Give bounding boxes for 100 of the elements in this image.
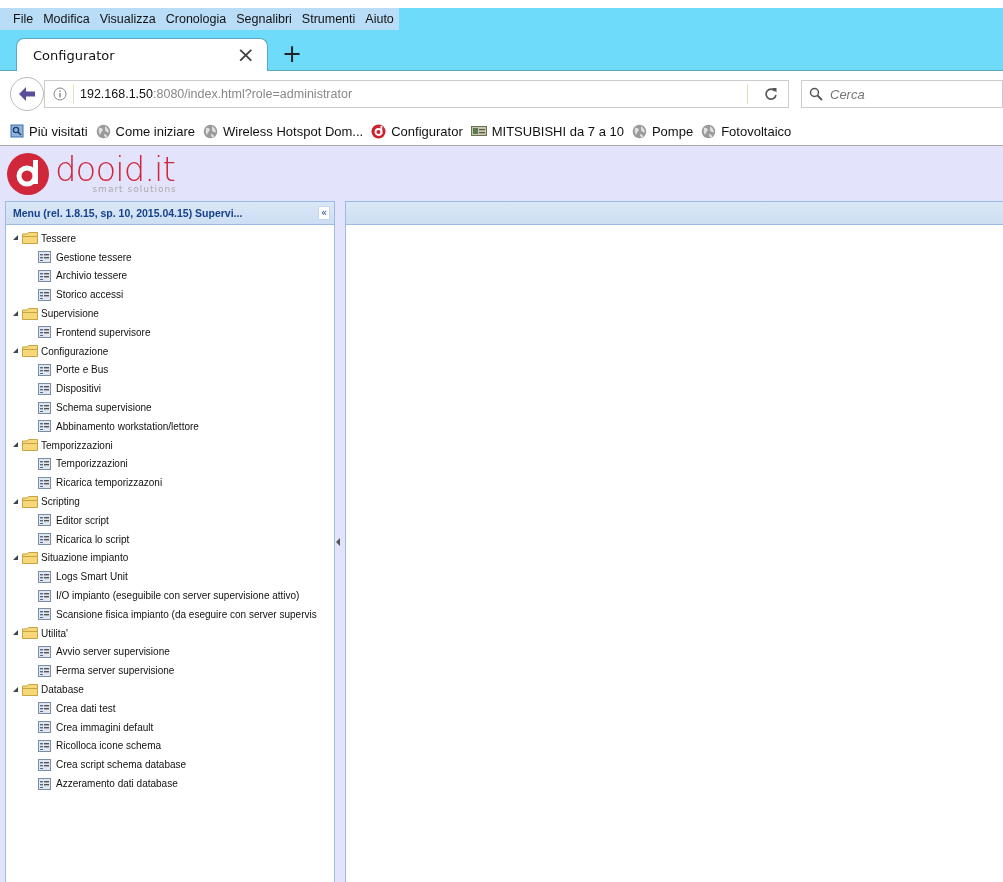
menu-item[interactable]: Strumenti — [296, 8, 361, 30]
page-icon — [38, 589, 51, 602]
menu-item[interactable]: Aiuto — [360, 8, 399, 30]
tree-item[interactable]: Gestione tessere — [6, 247, 334, 267]
menu-item[interactable]: Segnalibri — [231, 8, 297, 30]
tree-item[interactable]: Ricolloca icone schema — [6, 736, 334, 756]
tree-item[interactable]: Ferma server supervisione — [6, 661, 334, 681]
folder-icon — [22, 232, 38, 245]
tree-item[interactable]: Crea dati test — [6, 698, 334, 718]
expand-arrow-icon[interactable] — [12, 497, 19, 506]
tree-folder[interactable]: Temporizzazioni — [6, 435, 334, 455]
bookmark-item[interactable]: Come iniziare — [95, 123, 195, 139]
search-icon — [809, 87, 823, 101]
tree-item[interactable]: Temporizzazioni — [6, 454, 334, 474]
bookmark-item[interactable]: Fotovoltaico — [701, 123, 792, 139]
page-icon — [38, 514, 51, 527]
expand-arrow-icon[interactable] — [12, 309, 19, 318]
tree-item[interactable]: Schema supervisione — [6, 398, 334, 417]
folder-icon — [22, 495, 38, 508]
page-icon — [38, 570, 51, 583]
page-icon — [38, 326, 51, 339]
tree-item[interactable]: Dispositivi — [6, 379, 334, 399]
page-icon — [38, 270, 51, 282]
tree-item[interactable]: Editor script — [6, 510, 334, 530]
browser-tab[interactable]: Configurator × — [16, 38, 268, 71]
folder-icon — [22, 345, 38, 358]
back-arrow-icon — [18, 86, 36, 102]
folder-icon — [22, 551, 38, 564]
expand-arrow-icon[interactable] — [12, 234, 19, 243]
bookmark-item[interactable]: Pompe — [631, 123, 694, 139]
tree-folder[interactable]: Utilita' — [6, 623, 334, 643]
folder-icon — [22, 627, 38, 640]
bookmark-item[interactable]: Più visitati — [10, 123, 88, 139]
tree-item[interactable]: Crea script schema database — [6, 755, 334, 775]
collapse-button[interactable]: « — [317, 206, 330, 220]
tree-item[interactable]: Archivio tessere — [6, 266, 334, 286]
tree-folder[interactable]: Tessere — [6, 229, 334, 248]
expand-arrow-icon[interactable] — [12, 441, 19, 450]
folder-icon — [22, 439, 38, 452]
folder-icon — [22, 683, 38, 696]
menu-item[interactable]: Visualizza — [94, 8, 161, 30]
bookmark-item[interactable]: Wireless Hotspot Dom... — [203, 123, 364, 139]
page-icon — [38, 645, 51, 658]
menu-item[interactable]: Cronologia — [160, 8, 232, 30]
tree-folder[interactable]: Configurazione — [6, 341, 334, 361]
tree-item[interactable]: Scansione fisica impianto (da eseguire con server supervis — [6, 604, 334, 624]
expand-arrow-icon[interactable] — [12, 553, 19, 562]
tree-item[interactable]: Ricarica lo script — [6, 529, 334, 549]
new-tab-button[interactable]: + — [276, 42, 309, 70]
card-icon — [470, 125, 487, 137]
tree-item[interactable]: I/O impianto (eseguibile con server supervisione attivo) — [6, 586, 334, 605]
page-icon — [38, 608, 51, 621]
bookmark-item[interactable]: MITSUBISHI da 7 a 10 — [470, 123, 624, 139]
tree-item[interactable]: Porte e Bus — [6, 360, 334, 380]
address-field[interactable]: 192.168.1.50:8080/index.html?role=administrator — [44, 80, 789, 108]
page-icon — [38, 721, 51, 734]
page-icon — [38, 401, 51, 414]
expand-arrow-icon[interactable] — [12, 685, 19, 694]
tree-item[interactable]: Abbinamento workstation/lettore — [6, 416, 334, 436]
tree-item[interactable]: Storico accessi — [6, 285, 334, 305]
tree-folder[interactable]: Database — [6, 680, 334, 699]
menu-item[interactable]: Modifica — [38, 8, 95, 30]
reload-icon — [764, 87, 778, 101]
logo-icon — [6, 152, 50, 196]
splitter-arrow-icon[interactable] — [336, 538, 340, 546]
page-icon — [38, 420, 51, 433]
tree-item[interactable]: Azzeramento dati database — [6, 774, 334, 793]
logo-tagline: smart solutions — [92, 184, 177, 194]
page-icon — [38, 758, 51, 771]
tree-folder[interactable]: Situazione impianto — [6, 548, 334, 568]
folder-icon — [22, 307, 38, 320]
info-icon[interactable] — [53, 87, 67, 101]
search-field[interactable]: Cerca — [801, 80, 1003, 108]
bookmark-item[interactable]: Configurator — [371, 123, 463, 139]
panel-title: Menu (rel. 1.8.15, sp. 10, 2015.04.15) Supervi... — [13, 207, 243, 219]
tree-folder[interactable]: Supervisione — [6, 304, 334, 323]
page-icon — [38, 457, 51, 470]
tree-item[interactable]: Crea immagini default — [6, 717, 334, 737]
globe-icon — [95, 123, 111, 139]
page-icon — [38, 476, 51, 489]
tab-title: Configurator — [33, 47, 115, 63]
logo-icon — [371, 123, 387, 139]
back-button[interactable] — [10, 77, 44, 111]
page-icon — [38, 739, 51, 752]
tree-item[interactable]: Logs Smart Unit — [6, 567, 334, 587]
close-tab-button[interactable]: × — [232, 44, 259, 66]
tree-item[interactable]: Avvio server supervisione — [6, 642, 334, 662]
page-icon — [38, 664, 51, 677]
logo-text: dooid.it — [55, 152, 175, 186]
page-icon — [38, 777, 51, 790]
url-text: 192.168.1.50:8080/index.html?role=administrator — [80, 87, 354, 101]
tree-item[interactable]: Ricarica temporizzazoni — [6, 473, 334, 493]
tree-folder[interactable]: Scripting — [6, 492, 334, 511]
page-icon — [38, 533, 51, 546]
tree-item[interactable]: Frontend supervisore — [6, 323, 334, 342]
expand-arrow-icon[interactable] — [12, 347, 19, 356]
page-icon — [38, 288, 51, 301]
menu-item[interactable]: File — [8, 8, 39, 30]
page-icon — [38, 363, 51, 376]
expand-arrow-icon[interactable] — [12, 629, 19, 638]
